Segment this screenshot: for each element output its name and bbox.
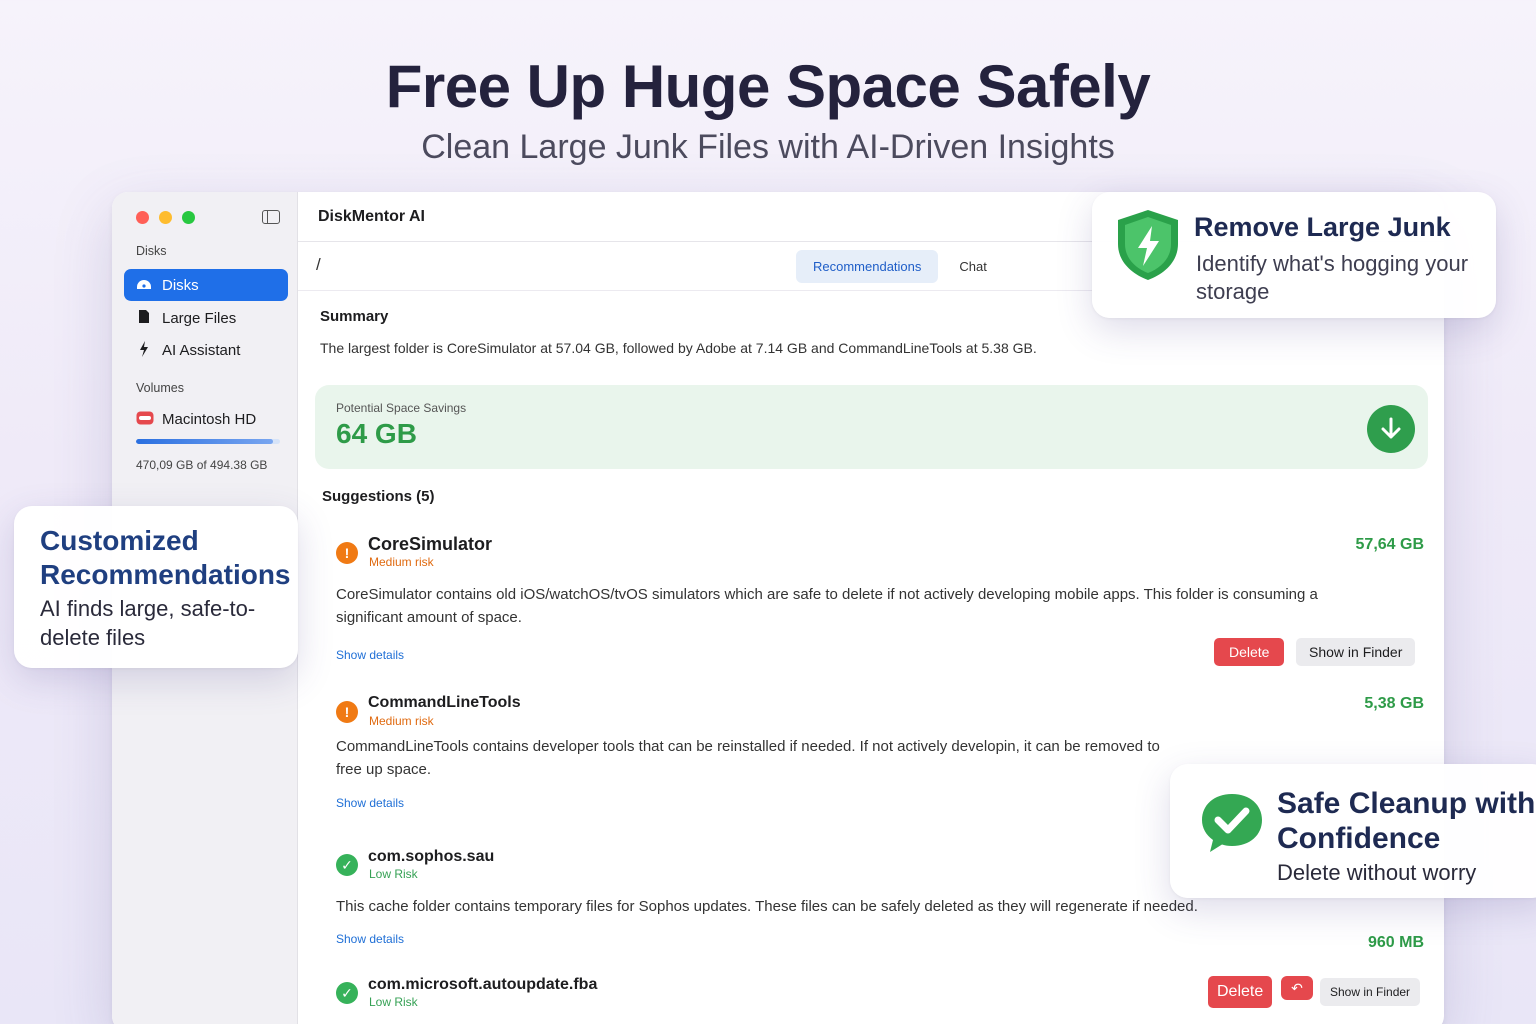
document-icon xyxy=(136,309,152,327)
sidebar-item-label: Macintosh HD xyxy=(162,410,257,428)
warning-icon: ! xyxy=(336,542,358,564)
minimize-window-button[interactable] xyxy=(159,211,172,224)
callout-subtitle: AI finds large, safe-to-delete files xyxy=(40,596,256,650)
risk-label: Medium risk xyxy=(369,555,434,569)
callout-title: Safe Cleanup with Confidence xyxy=(1277,787,1536,855)
close-window-button[interactable] xyxy=(136,211,149,224)
undo-icon[interactable]: ↶ xyxy=(1281,976,1313,1000)
checkmark-icon: ✓ xyxy=(336,982,358,1004)
suggestion-item: ✓ com.microsoft.autoupdate.fba Low Risk … xyxy=(336,976,1424,1022)
callout-title: Customized Recommendations xyxy=(40,525,291,590)
show-details-link[interactable]: Show details xyxy=(336,932,404,946)
sidebar-toggle-icon[interactable] xyxy=(262,210,280,224)
suggestion-description-line: significant amount of space. xyxy=(336,609,522,626)
show-in-finder-button[interactable]: Show in Finder xyxy=(1296,638,1416,666)
shield-icon xyxy=(1114,208,1182,287)
risk-label: Low Risk xyxy=(369,867,418,881)
suggestion-name: com.sophos.sau xyxy=(368,848,495,865)
delete-button[interactable]: Delete xyxy=(1214,638,1285,666)
show-details-link[interactable]: Show details xyxy=(336,648,404,662)
delete-button[interactable]: Delete xyxy=(1208,976,1273,1008)
hero-title: Free Up Huge Space Safely xyxy=(385,53,1151,120)
suggestion-description-line: CommandLineTools contains developer tool… xyxy=(336,738,1160,755)
sidebar-item-label: Large Files xyxy=(162,309,237,327)
app-title: DiskMentor AI xyxy=(318,208,425,225)
volume-usage-bar xyxy=(136,439,280,444)
savings-label: Potential Space Savings xyxy=(336,401,467,415)
chat-check-icon xyxy=(1198,790,1266,861)
sidebar-item-ai-assistant[interactable]: AI Assistant xyxy=(124,334,288,366)
arrow-down-icon xyxy=(1381,417,1401,439)
suggestion-description-line: CoreSimulator contains old iOS/watchOS/t… xyxy=(336,586,1318,603)
risk-label: Medium risk xyxy=(369,714,434,728)
tab-bar: Recommendations Chat xyxy=(796,250,1004,283)
sidebar-section-disks: Disks xyxy=(136,244,167,258)
sidebar-item-macintosh-hd[interactable]: Macintosh HD xyxy=(124,403,288,435)
hard-drive-icon xyxy=(136,411,154,428)
sidebar-item-large-files[interactable]: Large Files xyxy=(124,302,288,334)
suggestion-item: ! CoreSimulator Medium risk 57,64 GB Cor… xyxy=(336,534,1424,672)
callout-recommendations: Customized Recommendations AI finds larg… xyxy=(14,506,298,668)
suggestion-description-line: This cache folder contains temporary fil… xyxy=(336,898,1198,915)
summary-text: The largest folder is CoreSimulator at 5… xyxy=(320,340,1037,356)
callout-subtitle: Identify what's hogging your storage xyxy=(1196,251,1469,304)
zoom-window-button[interactable] xyxy=(182,211,195,224)
callout-title: Remove Large Junk xyxy=(1194,212,1451,242)
tab-chat[interactable]: Chat xyxy=(942,250,1003,283)
volume-usage-fill xyxy=(136,439,273,444)
checkmark-icon: ✓ xyxy=(336,854,358,876)
sidebar-item-disks[interactable]: Disks xyxy=(124,269,288,301)
callout-remove-junk: Remove Large Junk Identify what's hoggin… xyxy=(1092,192,1496,318)
suggestion-name: CoreSimulator xyxy=(368,534,493,554)
callout-subtitle: Delete without worry xyxy=(1277,860,1477,885)
suggestion-name: com.microsoft.autoupdate.fba xyxy=(368,976,598,993)
show-in-finder-button[interactable]: Show in Finder xyxy=(1320,978,1421,1006)
summary-heading: Summary xyxy=(320,308,389,325)
sidebar-item-label: AI Assistant xyxy=(162,341,241,359)
sidebar-section-volumes: Volumes xyxy=(136,381,184,395)
warning-icon: ! xyxy=(336,701,358,723)
path-breadcrumb: / xyxy=(316,255,321,274)
suggestion-name: CommandLineTools xyxy=(368,694,521,711)
tab-recommendations[interactable]: Recommendations xyxy=(796,250,939,283)
suggestion-size: 57,64 GB xyxy=(1355,536,1424,553)
suggestion-size: 960 MB xyxy=(1367,934,1424,951)
suggestion-description-line: free up space. xyxy=(336,761,432,778)
sparkle-icon xyxy=(136,340,152,360)
callout-safe-cleanup: Safe Cleanup with Confidence Delete with… xyxy=(1170,764,1536,898)
disk-icon xyxy=(136,277,152,293)
download-arrow-button[interactable] xyxy=(1367,405,1415,453)
hero-subtitle: Clean Large Junk Files with AI-Driven In… xyxy=(421,128,1115,166)
savings-value: 64 GB xyxy=(336,418,417,449)
volume-usage-text: 470,09 GB of 494.38 GB xyxy=(136,458,268,472)
risk-label: Low Risk xyxy=(369,995,418,1009)
suggestions-heading: Suggestions (5) xyxy=(322,488,435,505)
sidebar-item-label: Disks xyxy=(162,276,199,294)
show-details-link[interactable]: Show details xyxy=(336,796,404,810)
window-controls xyxy=(136,211,195,224)
savings-panel: Potential Space Savings 64 GB xyxy=(315,385,1428,469)
suggestion-size: 5,38 GB xyxy=(1364,695,1424,712)
